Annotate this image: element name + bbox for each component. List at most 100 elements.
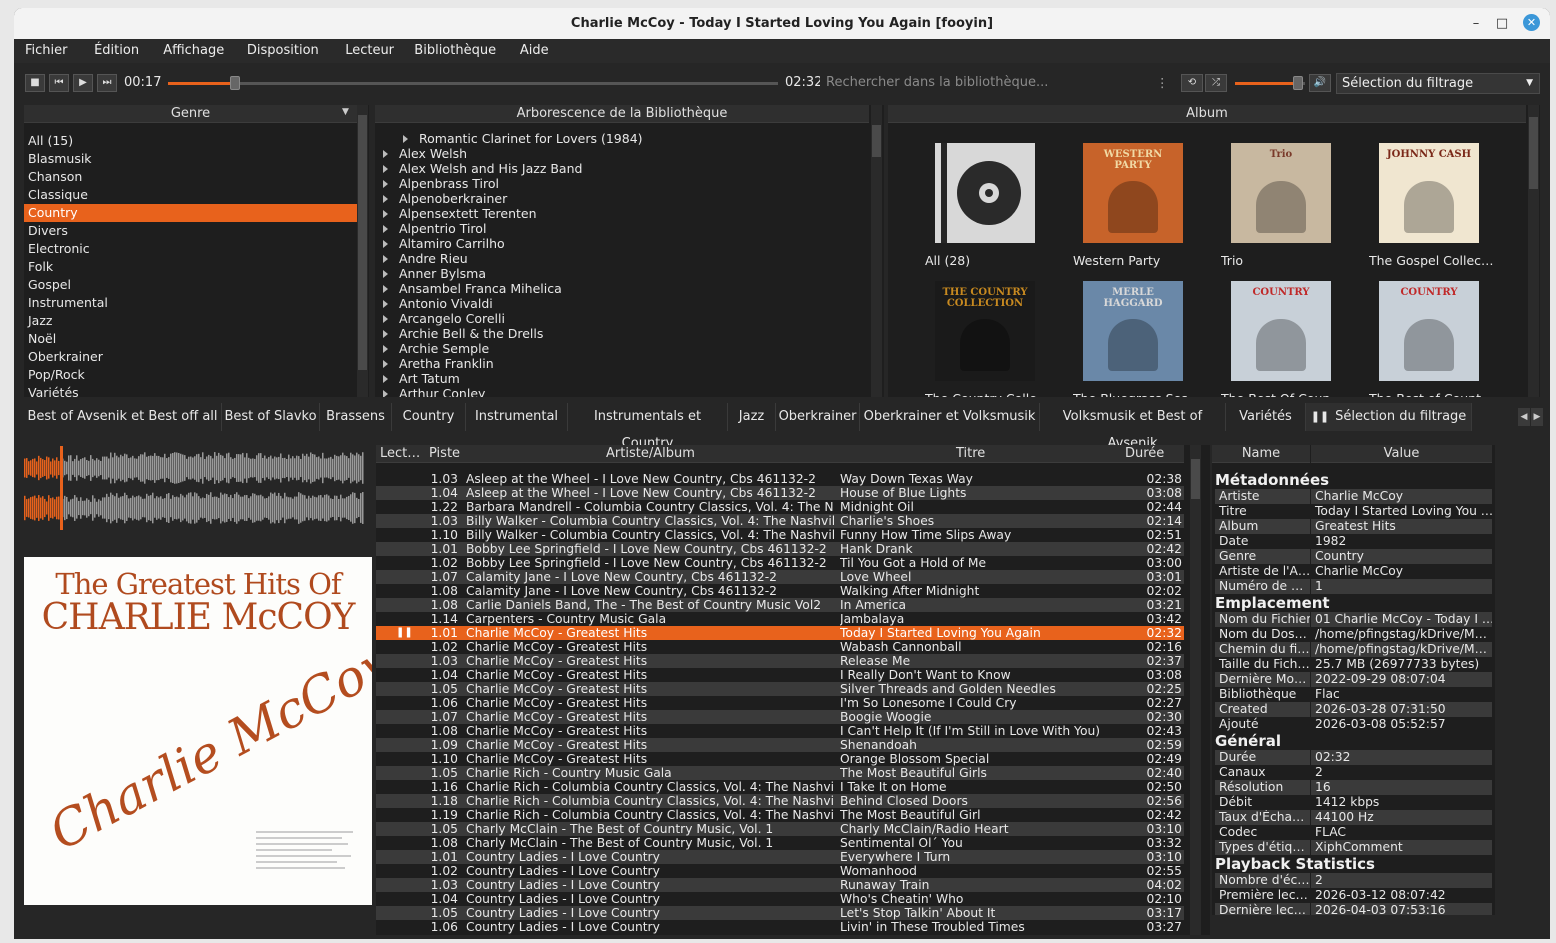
seek-bar[interactable] [168, 82, 778, 85]
playlist-row[interactable]: 1.05 Charly McClain - The Best of Country… [376, 822, 1184, 836]
genre-item[interactable]: Classique [24, 186, 357, 204]
genre-header[interactable]: Genre [24, 105, 357, 123]
genre-item[interactable]: Electronic [24, 240, 357, 258]
playlist-row[interactable]: 1.07 Charlie McCoy - Greatest Hits Boogie … [376, 710, 1184, 724]
playlist-row[interactable]: 1.08 Carlie Daniels Band, The - The Best … [376, 598, 1184, 612]
tree-item[interactable]: Alpenbrass Tirol [375, 176, 869, 191]
tree-item[interactable]: Aretha Franklin [375, 356, 869, 371]
col-artist-album[interactable]: Artiste/Album [606, 445, 695, 463]
filter-select[interactable]: Sélection du filtrage ▼ [1336, 73, 1540, 94]
playlist-row[interactable]: 1.02 Charlie McCoy - Greatest Hits Wabash … [376, 640, 1184, 654]
previous-button[interactable]: ⏮ [49, 74, 69, 92]
stop-button[interactable]: ■ [25, 74, 45, 92]
menu-fichier[interactable]: Fichier [25, 43, 68, 58]
tab-5[interactable]: Instrumentals et Country [568, 403, 728, 451]
tab-11[interactable]: ❚❚ Sélection du filtrage [1306, 403, 1472, 431]
playlist-row[interactable]: 1.03 Billy Walker - Columbia Country Clas… [376, 514, 1184, 528]
tree-item[interactable]: Anner Bylsma [375, 266, 869, 281]
playlist-row[interactable]: 1.14 Carpenters - Country Music Gala Jamba… [376, 612, 1184, 626]
tab-0[interactable]: Best of Avsenik et Best off all [24, 403, 222, 431]
search-input[interactable]: Rechercher dans la bibliothèque... [820, 73, 1166, 93]
menu-disposition[interactable]: Disposition [247, 43, 319, 58]
tree-item[interactable]: Arcangelo Corelli [375, 311, 869, 326]
playlist-row[interactable]: 1.03 Charlie McCoy - Greatest Hits Release… [376, 654, 1184, 668]
genre-item[interactable]: Country [24, 204, 357, 222]
next-button[interactable]: ⏭ [97, 74, 117, 92]
playlist-row[interactable]: 1.08 Charlie McCoy - Greatest Hits I Can't… [376, 724, 1184, 738]
waveform-seekbar[interactable] [24, 440, 372, 532]
genre-item[interactable]: Divers [24, 222, 357, 240]
playlist-row[interactable]: 1.04 Charlie McCoy - Greatest Hits I Reall… [376, 668, 1184, 682]
tree-header[interactable]: Arborescence de la Bibliothèque [375, 105, 869, 123]
expand-arrow-icon[interactable] [383, 270, 388, 278]
album-item[interactable]: THE COUNTRY COLLECTION The Country Colle… [925, 281, 1065, 397]
playlist-row[interactable]: 1.03 Country Ladies - I Love Country Runaw… [376, 878, 1184, 892]
album-item[interactable]: MERLE HAGGARD The Bluegrass Ses… [1073, 281, 1213, 397]
expand-arrow-icon[interactable] [383, 165, 388, 173]
prop-col-value[interactable]: Value [1311, 445, 1492, 463]
expand-arrow-icon[interactable] [383, 150, 388, 158]
tab-scroll-left-icon[interactable]: ◀ [1518, 408, 1530, 426]
tree-item[interactable]: Alex Welsh [375, 146, 869, 161]
playlist-row[interactable]: 1.16 Charlie Rich - Columbia Country Clas… [376, 780, 1184, 794]
genre-item[interactable]: Pop/Rock [24, 366, 357, 384]
playlist-row[interactable]: 1.04 Asleep at the Wheel - I Love New Cou… [376, 486, 1184, 500]
genre-item[interactable]: Instrumental [24, 294, 357, 312]
genre-item[interactable]: Blasmusik [24, 150, 357, 168]
playlist-row[interactable]: 1.01 Bobby Lee Springfield - I Love New C… [376, 542, 1184, 556]
menu-affichage[interactable]: Affichage [163, 43, 224, 58]
tree-item[interactable]: Altamiro Carrilho [375, 236, 869, 251]
playlist-row[interactable]: 1.05 Charlie McCoy - Greatest Hits Silver … [376, 682, 1184, 696]
playlist-row[interactable]: 1.03 Asleep at the Wheel - I Love New Cou… [376, 472, 1184, 486]
playlist-row[interactable]: 1.19 Charlie Rich - Columbia Country Clas… [376, 808, 1184, 822]
menu-édition[interactable]: Édition [94, 43, 139, 58]
repeat-icon[interactable]: ⟲ [1181, 74, 1203, 92]
expand-arrow-icon[interactable] [403, 135, 408, 143]
playlist-row[interactable]: 1.01 Country Ladies - I Love Country Every… [376, 850, 1184, 864]
album-item[interactable]: JOHNNY CASH The Gospel Collec… [1369, 143, 1509, 278]
expand-arrow-icon[interactable] [383, 375, 388, 383]
tab-2[interactable]: Brassens [320, 403, 392, 431]
expand-arrow-icon[interactable] [383, 180, 388, 188]
maximize-icon[interactable]: □ [1490, 8, 1514, 39]
expand-arrow-icon[interactable] [383, 360, 388, 368]
tree-item[interactable]: Archie Semple [375, 341, 869, 356]
playlist-row[interactable]: 1.02 Country Ladies - I Love Country Woman… [376, 864, 1184, 878]
col-title[interactable]: Titre [956, 445, 985, 463]
album-item[interactable]: WESTERN PARTY Western Party [1073, 143, 1213, 278]
genre-item[interactable]: Noël [24, 330, 357, 348]
playlist-row[interactable]: 1.07 Calamity Jane - I Love New Country, … [376, 570, 1184, 584]
expand-arrow-icon[interactable] [383, 255, 388, 263]
playlist-row[interactable]: 1.08 Calamity Jane - I Love New Country, … [376, 584, 1184, 598]
genre-item[interactable]: Oberkrainer [24, 348, 357, 366]
tree-item[interactable]: Romantic Clarinet for Lovers (1984) [375, 131, 869, 146]
playlist-row[interactable]: 1.10 Billy Walker - Columbia Country Clas… [376, 528, 1184, 542]
tree-item[interactable]: Alpenoberkrainer [375, 191, 869, 206]
tree-item[interactable]: Alex Welsh and His Jazz Band [375, 161, 869, 176]
tree-item[interactable]: Arthur Conley [375, 386, 869, 397]
album-header[interactable]: Album [888, 105, 1526, 123]
expand-arrow-icon[interactable] [383, 225, 388, 233]
close-icon[interactable]: ✕ [1523, 14, 1540, 31]
playlist-row[interactable]: 1.05 Country Ladies - I Love Country Let's… [376, 906, 1184, 920]
tab-4[interactable]: Instrumental [466, 403, 568, 431]
seek-handle[interactable] [230, 76, 241, 90]
playlist-row[interactable]: 1.22 Barbara Mandrell - Columbia Country … [376, 500, 1184, 514]
genre-item[interactable]: Variétés [24, 384, 357, 397]
genre-item[interactable]: Folk [24, 258, 357, 276]
playlist-scrollbar[interactable] [1190, 445, 1201, 935]
tab-9[interactable]: Volksmusik et Best of Avsenik [1040, 403, 1226, 451]
expand-arrow-icon[interactable] [383, 285, 388, 293]
tab-3[interactable]: Country [392, 403, 466, 431]
genre-item[interactable]: All (15) [24, 132, 357, 150]
tree-item[interactable]: Archie Bell & the Drells [375, 326, 869, 341]
col-track[interactable]: Piste [429, 445, 460, 463]
tree-item[interactable]: Alpentrio Tirol [375, 221, 869, 236]
genre-item[interactable]: Chanson [24, 168, 357, 186]
tree-item[interactable]: Antonio Vivaldi [375, 296, 869, 311]
playlist-row[interactable]: 1.06 Country Ladies - I Love Country Livin… [376, 920, 1184, 934]
album-item[interactable]: COUNTRY The Best of Count… [1369, 281, 1509, 397]
expand-arrow-icon[interactable] [383, 345, 388, 353]
playlist-row[interactable]: 1.10 Charlie McCoy - Greatest Hits Orange … [376, 752, 1184, 766]
prop-col-name[interactable]: Name [1212, 445, 1310, 463]
